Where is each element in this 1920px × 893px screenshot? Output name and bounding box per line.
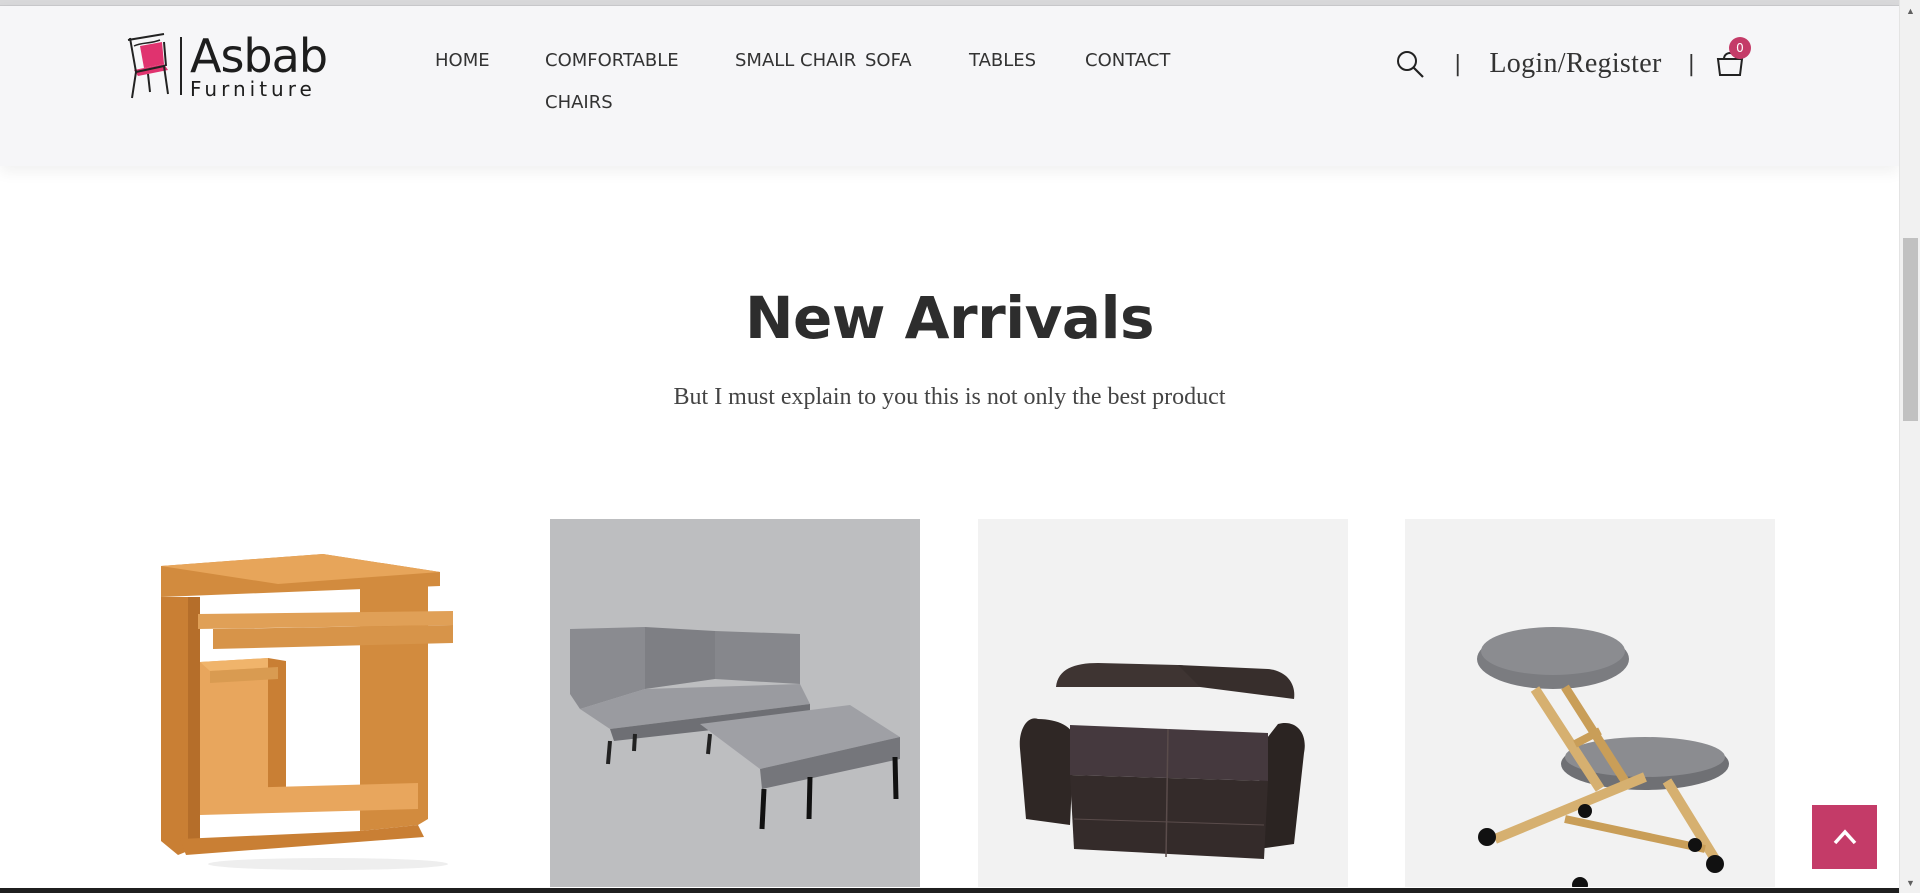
brand-sub: Furniture [190,77,316,101]
scroll-up-arrow-icon[interactable]: ▲ [1900,2,1920,19]
nav-item-comfortable-chairs[interactable]: COMFORTABLE CHAIRS [545,40,735,124]
site-header: Asbab Furniture HOME COMFORTABLE CHAIRS … [0,6,1899,166]
brand-name: Asbab [190,29,328,83]
login-register-link[interactable]: Login/Register [1489,48,1661,80]
product-card-computer-desk[interactable] [128,519,498,887]
product-card-grey-modular-sofa[interactable] [550,519,920,887]
nav-item-tables[interactable]: TABLES [969,40,1085,82]
chevron-up-icon [1833,829,1856,845]
section-subtitle: But I must explain to you this is not on… [673,384,1226,410]
nav-item-contact[interactable]: CONTACT [1085,40,1205,82]
cart-button[interactable]: 0 [1715,37,1751,81]
nav-item-small-chair[interactable]: SMALL CHAIR [735,40,865,82]
brown-loveseat-image [978,519,1348,887]
header-tools: | Login/Register | 0 [1392,37,1751,84]
nav-item-home[interactable]: HOME [435,40,545,82]
product-card-kneeling-chair[interactable] [1405,519,1775,887]
header-separator: | [1453,51,1462,77]
product-card-brown-loveseat[interactable] [978,519,1348,887]
grey-modular-sofa-image [550,519,920,887]
logo-text: Asbab Furniture [190,29,328,101]
site-logo[interactable]: Asbab Furniture [120,30,336,102]
search-icon[interactable] [1392,46,1428,82]
cart-count-badge: 0 [1729,37,1751,59]
scroll-down-arrow-icon[interactable]: ▼ [1900,874,1920,891]
nav-item-sofa[interactable]: SOFA [865,40,969,82]
page: Asbab Furniture HOME COMFORTABLE CHAIRS … [0,0,1920,893]
scrollbar-thumb[interactable] [1903,238,1918,421]
main-nav: HOME COMFORTABLE CHAIRS SMALL CHAIR SOFA… [435,40,1205,124]
computer-desk-image [161,554,453,870]
kneeling-chair-image [1405,519,1775,887]
chair-logo-icon [120,32,176,100]
logo-divider [180,37,182,95]
vertical-scrollbar[interactable]: ▲ ▼ [1899,0,1920,893]
back-to-top-button[interactable] [1812,805,1877,869]
bottom-edge-strip [0,888,1899,893]
section-title: New Arrivals [745,284,1154,352]
header-separator: | [1687,51,1695,77]
